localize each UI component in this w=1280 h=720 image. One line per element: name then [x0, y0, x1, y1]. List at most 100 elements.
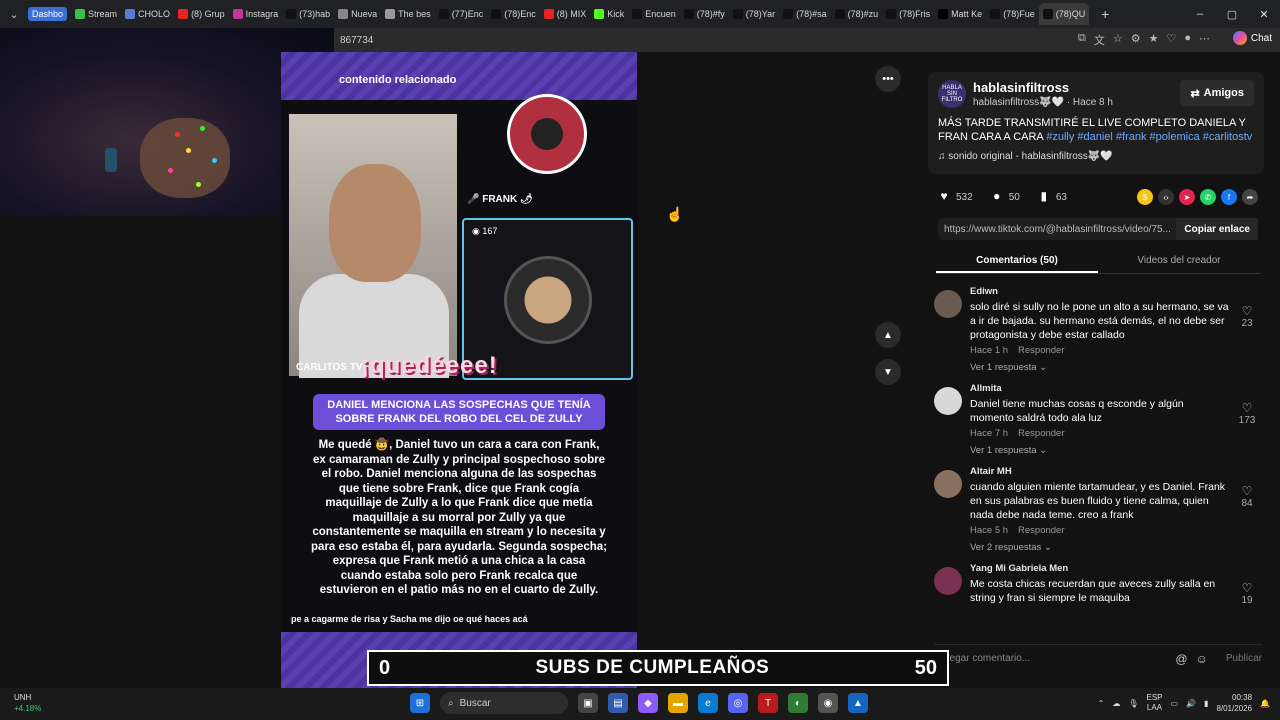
previous-video-button[interactable]: ▲ — [875, 322, 901, 348]
minimize-icon[interactable]: – — [1184, 0, 1216, 28]
close-icon[interactable]: ✕ — [1248, 0, 1280, 28]
volume-icon[interactable]: 🔊 — [1186, 699, 1196, 708]
profile-icon[interactable]: ● — [1184, 32, 1191, 48]
copilot-app-icon[interactable]: ◆ — [638, 693, 658, 713]
mention-icon[interactable]: @ — [1175, 652, 1187, 666]
next-video-button[interactable]: ▼ — [875, 359, 901, 385]
microphone-icon[interactable]: 🎙 — [1128, 699, 1138, 708]
commenter-name[interactable]: Altair MH — [970, 466, 1262, 477]
browser-tab[interactable]: Stream — [71, 3, 121, 25]
new-tab-plus-icon[interactable]: + — [1095, 4, 1115, 24]
hashtags-link[interactable]: #zully #daniel #frank #polemica #carlito… — [1046, 131, 1252, 143]
browser-tab[interactable]: (78)#fy — [680, 3, 729, 25]
comment-like[interactable]: ♡ 19 — [1236, 581, 1258, 606]
taskbar-search[interactable]: ⌕ Buscar — [440, 692, 568, 714]
publish-button[interactable]: Publicar — [1226, 653, 1262, 664]
embed-share-icon[interactable]: ‹› — [1158, 189, 1174, 205]
browser-tab[interactable]: (78)Fris — [882, 3, 934, 25]
browser-tab[interactable]: (8) Grup — [174, 3, 229, 25]
clock[interactable]: 00:38 8/01/2026 — [1216, 692, 1252, 714]
browser-tab[interactable]: Matt Ke — [934, 3, 986, 25]
browser-tab[interactable]: (78)Yar — [729, 3, 779, 25]
commenter-name[interactable]: Ediwn — [970, 286, 1262, 297]
view-replies-button[interactable]: Ver 1 respuesta ⌄ — [970, 362, 1262, 373]
language-indicator[interactable]: ESP LAA — [1146, 693, 1162, 713]
browser-tab[interactable]: (78)#zu — [831, 3, 883, 25]
browser-tab[interactable]: (78)QU — [1038, 3, 1090, 25]
tray-overflow-icon[interactable]: ⌃ — [1098, 699, 1105, 708]
comment-like[interactable]: ♡ 173 — [1236, 401, 1258, 426]
battery-icon[interactable]: ▮ — [1204, 699, 1208, 708]
commenter-name[interactable]: Yang Mi Gabriela Men — [970, 563, 1262, 574]
whatsapp-share-icon[interactable]: ✆ — [1200, 189, 1216, 205]
friends-button[interactable]: ⇄ Amigos — [1180, 80, 1254, 106]
commenter-avatar[interactable] — [934, 470, 962, 498]
comment-like[interactable]: ♡ 84 — [1236, 484, 1258, 509]
browser-tab[interactable]: (77)Enc — [435, 3, 488, 25]
browser-tab[interactable]: Encuen — [628, 3, 680, 25]
browser-tab[interactable]: Instagra — [229, 3, 283, 25]
facebook-share-icon[interactable]: f — [1221, 189, 1237, 205]
browser-tab[interactable]: The bes — [381, 3, 435, 25]
tab-creator-videos[interactable]: Videos del creador — [1098, 250, 1260, 273]
browser-tab[interactable]: (78)Enc — [487, 3, 540, 25]
network-icon[interactable]: ▭ — [1171, 699, 1179, 708]
open-in-app-icon[interactable]: ⧉ — [1078, 32, 1086, 48]
browser-tab[interactable]: Kick — [590, 3, 628, 25]
view-replies-button[interactable]: Ver 2 respuestas ⌄ — [970, 542, 1262, 553]
collections-icon[interactable]: ♡ — [1166, 32, 1176, 48]
task-view-icon[interactable]: ▣ — [578, 693, 598, 713]
notifications-icon[interactable]: 🔔 — [1260, 699, 1270, 708]
emoji-icon[interactable]: ☺ — [1196, 652, 1208, 666]
store-icon[interactable]: ▤ — [608, 693, 628, 713]
commenter-avatar[interactable] — [934, 387, 962, 415]
more-menu-icon[interactable]: ⋯ — [1199, 32, 1210, 48]
sound-link[interactable]: ♫ sonido original - hablasinfiltross🐺🤍 — [938, 151, 1113, 162]
extensions-icon[interactable]: ⚙ — [1131, 32, 1141, 48]
photos-icon[interactable]: ▲ — [848, 693, 868, 713]
browser-tab[interactable]: (78)#sa — [779, 3, 831, 25]
translate-icon[interactable]: 文 — [1094, 32, 1105, 48]
file-explorer-icon[interactable]: ▬ — [668, 693, 688, 713]
browser-tab[interactable]: (8) MIX — [540, 3, 591, 25]
commenter-name[interactable]: Allmita — [970, 383, 1262, 394]
save-stat[interactable]: ▮ 63 — [1036, 188, 1067, 204]
chrome-icon[interactable]: ◐ — [788, 693, 808, 713]
creator-avatar[interactable]: HABLA SIN FILTRO — [938, 80, 966, 108]
commenter-avatar[interactable] — [934, 290, 962, 318]
browser-tab[interactable]: CHOLO — [121, 3, 174, 25]
browser-tab[interactable]: (78)Fue — [986, 3, 1039, 25]
share-url-text[interactable]: https://www.tiktok.com/@hablasinfiltross… — [944, 224, 1171, 235]
video-player[interactable]: contenido relacionado CARLITOS TV 🎤 FRAN… — [281, 52, 637, 688]
coin-share-icon[interactable]: $ — [1137, 189, 1153, 205]
address-bar[interactable]: 867734 ⧉ 文 ☆ ⚙ ★ ♡ ● ⋯ Chat — [334, 28, 1280, 52]
comment-like[interactable]: ♡ 23 — [1236, 304, 1258, 329]
reply-button[interactable]: Responder — [1018, 525, 1064, 536]
onedrive-icon[interactable]: ☁ — [1112, 699, 1120, 708]
maximize-icon[interactable]: ▢ — [1216, 0, 1248, 28]
windows-start-icon[interactable]: ⊞ — [410, 693, 430, 713]
forward-share-icon[interactable]: ➦ — [1242, 189, 1258, 205]
browser-tab[interactable]: Nueva — [334, 3, 381, 25]
tab-list-chevron-icon[interactable]: ⌄ — [4, 4, 24, 24]
stock-ticker-widget[interactable]: UNH +4.18% — [14, 692, 41, 714]
reply-button[interactable]: Responder — [1018, 428, 1064, 439]
copilot-chat-button[interactable]: Chat — [1232, 31, 1272, 45]
edge-icon[interactable]: e — [698, 693, 718, 713]
view-replies-button[interactable]: Ver 1 respuesta ⌄ — [970, 445, 1262, 456]
discord-icon[interactable]: ◎ — [728, 693, 748, 713]
copy-link-button[interactable]: Copiar enlace — [1176, 218, 1258, 240]
tiktok-studio-icon[interactable]: T — [758, 693, 778, 713]
browser-tab[interactable]: (73)hab — [282, 3, 334, 25]
commenter-avatar[interactable] — [934, 567, 962, 595]
browser-tab[interactable]: Dashbo — [24, 3, 71, 25]
more-options-button[interactable]: ••• — [875, 66, 901, 92]
favorite-star-icon[interactable]: ☆ — [1113, 32, 1123, 48]
creator-name[interactable]: hablasinfiltross — [973, 80, 1069, 95]
like-stat[interactable]: ♥ 532 — [936, 188, 972, 204]
reply-button[interactable]: Responder — [1018, 345, 1064, 356]
comment-stat[interactable]: ● 50 — [989, 188, 1020, 204]
obs-icon[interactable]: ◉ — [818, 693, 838, 713]
send-share-icon[interactable]: ➤ — [1179, 189, 1195, 205]
tab-comments[interactable]: Comentarios (50) — [936, 250, 1098, 273]
